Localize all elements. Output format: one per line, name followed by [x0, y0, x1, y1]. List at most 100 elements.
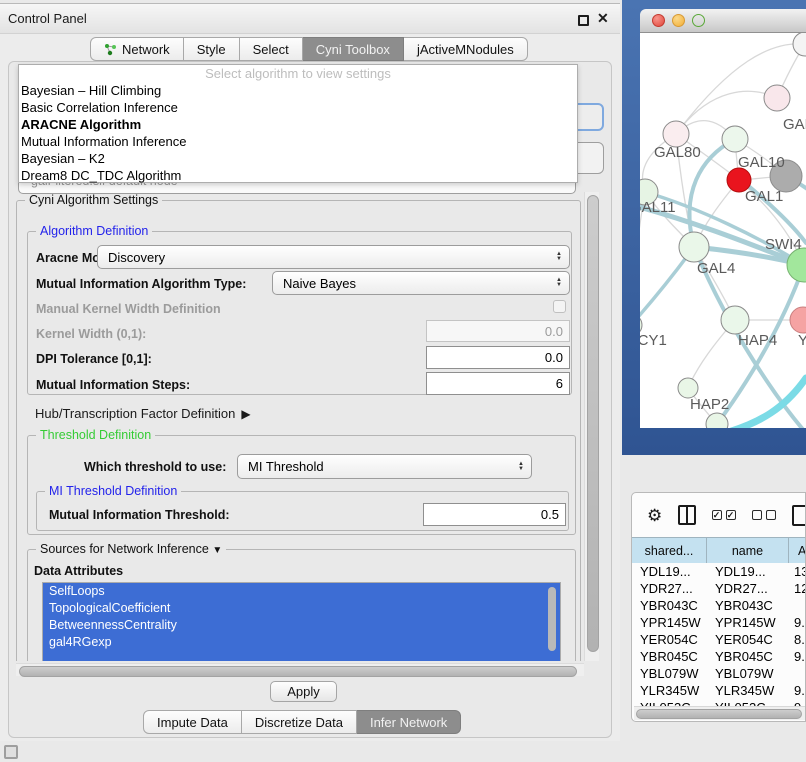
tab-discretize-data[interactable]: Discretize Data: [242, 710, 357, 734]
table-row[interactable]: YDR27... YDR27... 12...: [632, 580, 806, 597]
column-header[interactable]: A: [789, 538, 806, 564]
mi-threshold-label: Mutual Information Threshold:: [49, 508, 230, 522]
tab-select[interactable]: Select: [240, 37, 303, 61]
sources-group: Sources for Network Inference ▼ Data Att…: [27, 549, 576, 661]
node-partial-top[interactable]: [793, 33, 806, 56]
field-value: 0.0: [545, 324, 563, 339]
table-row[interactable]: YIL052C YIL052C 9.: [632, 699, 806, 706]
node-gal4[interactable]: [679, 232, 709, 262]
dropdown-item[interactable]: Mutual Information Inference: [19, 133, 577, 150]
dropdown-item[interactable]: Dream8 DC_TDC Algorithm: [19, 167, 577, 184]
node-pink[interactable]: [764, 85, 790, 111]
node-label: GAL: [783, 116, 806, 133]
chevron-down-icon[interactable]: ▼: [212, 545, 222, 556]
node-gal10[interactable]: [722, 126, 748, 152]
apply-button[interactable]: Apply: [270, 681, 337, 702]
combo-value: MI Threshold: [248, 459, 324, 474]
network-tab-icon: [104, 43, 117, 56]
tab-label: Select: [253, 42, 289, 57]
close-traffic-light[interactable]: [652, 14, 665, 27]
node-salmon[interactable]: [790, 307, 806, 333]
table-horizontal-scrollbar[interactable]: [634, 706, 805, 720]
deselect-all-icon[interactable]: [752, 510, 776, 520]
dropdown-item[interactable]: Bayesian – K2: [19, 150, 577, 167]
threshold-definition-group: Threshold Definition Which threshold to …: [27, 435, 576, 535]
which-threshold-select[interactable]: MI Threshold ▲▼: [237, 454, 532, 479]
tab-label: Cyni Toolbox: [316, 42, 390, 57]
node-label: GAL11: [640, 199, 676, 216]
network-canvas[interactable]: GAL GAL80 GAL10 GAL1 GAL11 GAL4 SWI4 GCY…: [640, 33, 806, 428]
list-item[interactable]: gal4RGexp: [43, 634, 560, 651]
combo-arrows-icon: ▲▼: [556, 252, 562, 262]
select-all-icon[interactable]: ✓✓: [712, 510, 736, 520]
table-row[interactable]: YDL19... YDL19... 13...: [632, 563, 806, 580]
tab-label: Discretize Data: [255, 715, 343, 730]
table-row[interactable]: YLR345W YLR345W 9.: [632, 682, 806, 699]
which-threshold-label: Which threshold to use:: [84, 460, 226, 474]
zoom-traffic-light[interactable]: [692, 14, 705, 27]
settings-horizontal-scrollbar[interactable]: [16, 663, 584, 676]
dropdown-item[interactable]: Bayesian – Hill Climbing: [19, 82, 577, 99]
list-item[interactable]: SelfLoops: [43, 583, 560, 600]
gear-icon[interactable]: ⚙: [647, 507, 662, 524]
scrollbar-thumb[interactable]: [19, 666, 577, 677]
tab-impute-data[interactable]: Impute Data: [143, 710, 242, 734]
minimize-traffic-light[interactable]: [672, 14, 685, 27]
table-row[interactable]: YBL079W YBL079W: [632, 665, 806, 682]
bottom-tabs: Impute Data Discretize Data Infer Networ…: [143, 710, 461, 734]
dropdown-item-selected[interactable]: ARACNE Algorithm: [19, 116, 577, 133]
cyni-algorithm-settings-group: Cyni Algorithm Settings Algorithm Defini…: [16, 200, 581, 661]
tab-infer-network[interactable]: Infer Network: [357, 710, 461, 734]
apply-label: Apply: [287, 684, 320, 699]
control-panel-titlebar[interactable]: Control Panel ✕: [0, 4, 620, 34]
table-body: YDL19... YDL19... 13... YDR27... YDR27..…: [632, 563, 806, 706]
combo-arrows-icon: ▲▼: [556, 278, 562, 288]
hub-definition-expander[interactable]: Hub/Transcription Factor Definition ▶: [35, 406, 251, 421]
control-panel-tabs: Network Style Select Cyni Toolbox jActiv…: [90, 37, 528, 61]
scrollbar-thumb[interactable]: [587, 195, 599, 652]
list-item-partial[interactable]: [43, 651, 560, 661]
kernel-width-input[interactable]: 0.0: [426, 320, 570, 342]
manual-kernel-checkbox[interactable]: [553, 300, 566, 313]
float-window-icon[interactable]: [578, 15, 589, 26]
tab-cyni-toolbox[interactable]: Cyni Toolbox: [303, 37, 404, 61]
close-icon[interactable]: ✕: [597, 10, 609, 27]
network-graph[interactable]: GAL GAL80 GAL10 GAL1 GAL11 GAL4 SWI4 GCY…: [640, 33, 806, 428]
node-label: GAL1: [745, 188, 783, 205]
column-header[interactable]: name: [707, 538, 789, 564]
export-table-icon[interactable]: [792, 505, 806, 526]
dropdown-placeholder: Select algorithm to view settings: [19, 65, 577, 82]
mi-steps-label: Mutual Information Steps:: [36, 378, 190, 392]
graph-nodes[interactable]: [640, 33, 806, 428]
tab-network[interactable]: Network: [90, 37, 184, 61]
table-row[interactable]: YBR043C YBR043C: [632, 597, 806, 614]
mi-steps-input[interactable]: 6: [426, 372, 570, 395]
aracne-mode-select[interactable]: Discovery ▲▼: [97, 245, 570, 269]
control-panel-window: Control Panel ✕ Network Style Select: [0, 3, 620, 741]
mi-threshold-input[interactable]: 0.5: [423, 503, 566, 526]
network-window-titlebar[interactable]: [640, 9, 806, 33]
table-header: shared... name A: [632, 537, 806, 565]
list-item[interactable]: TopologicalCoefficient: [43, 600, 560, 617]
tab-jactivemnodules[interactable]: jActiveMNodules: [404, 37, 528, 61]
table-row[interactable]: YBR045C YBR045C 9.: [632, 648, 806, 665]
settings-vertical-scrollbar[interactable]: [584, 192, 599, 661]
list-scrollbar[interactable]: [548, 587, 556, 651]
table-row[interactable]: YER054C YER054C 8.: [632, 631, 806, 648]
mi-algorithm-type-select[interactable]: Naive Bayes ▲▼: [272, 271, 570, 295]
node-swi4[interactable]: [787, 248, 806, 282]
node-hap4[interactable]: [721, 306, 749, 334]
field-value: 0.5: [541, 507, 559, 522]
table-row[interactable]: YPR145W YPR145W 9.: [632, 614, 806, 631]
tab-label: Impute Data: [157, 715, 228, 730]
columns-icon[interactable]: [678, 505, 695, 525]
dpi-tolerance-input[interactable]: 0.0: [426, 346, 570, 369]
node-hap2[interactable]: [678, 378, 698, 398]
manual-kernel-label: Manual Kernel Width Definition: [36, 302, 221, 316]
tab-style[interactable]: Style: [184, 37, 240, 61]
list-item[interactable]: BetweennessCentrality: [43, 617, 560, 634]
column-header[interactable]: shared...: [632, 538, 707, 564]
minimized-panel-icon[interactable]: [4, 745, 18, 759]
scrollbar-thumb[interactable]: [636, 709, 802, 719]
dropdown-item[interactable]: Basic Correlation Inference: [19, 99, 577, 116]
